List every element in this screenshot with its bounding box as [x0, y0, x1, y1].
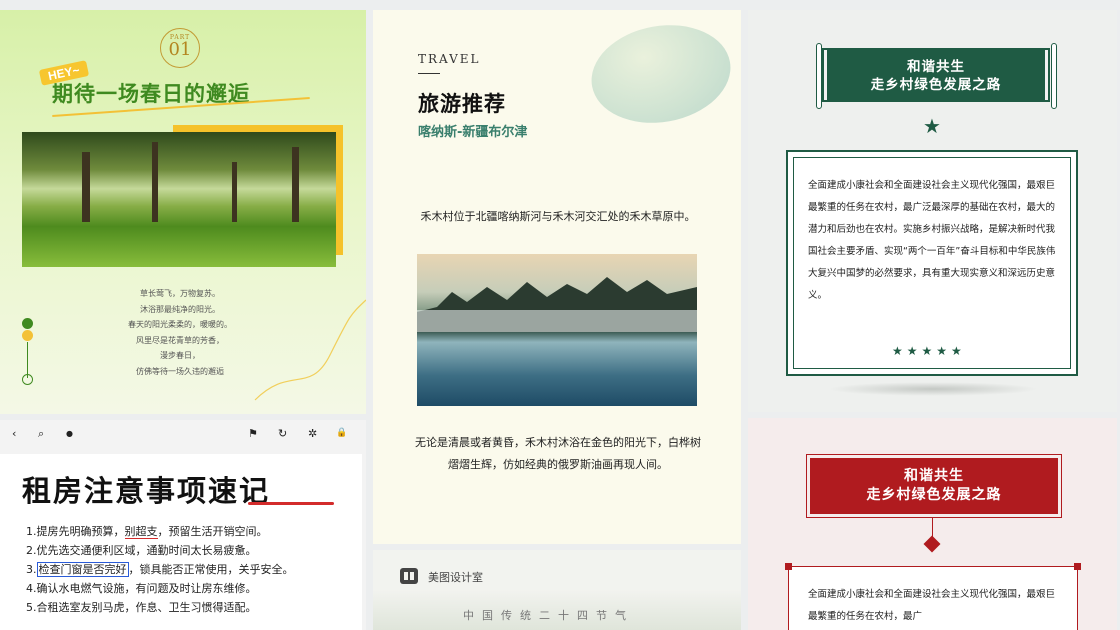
- banner-line: 走乡村绿色发展之路: [866, 487, 1002, 503]
- part-badge: PART 01: [160, 28, 200, 68]
- part-number: 01: [168, 39, 192, 60]
- editor-toolbar: ‹ ⌕ ● ⚑ ↻ ✲ 🔒: [0, 420, 366, 450]
- flag-icon[interactable]: ⚑: [248, 427, 258, 440]
- list-item: 4.确认水电燃气设施，有问题及时让房东维修。: [26, 582, 257, 595]
- tag-divider: [418, 73, 440, 74]
- list-item: 2.优先选交通便利区域，通勤时间太长易疲惫。: [26, 544, 257, 557]
- travel-subtitle: 喀纳斯-新疆布尔津: [418, 125, 528, 140]
- red-body-text: 全面建成小康社会和全面建设社会主义现代化强国，最艰巨最繁重的任务在农村，最广: [808, 589, 1056, 622]
- title-main: 租房注意事项: [22, 474, 209, 508]
- settings-icon[interactable]: ✲: [308, 427, 317, 440]
- banner-line: 走乡村绿色发展之路: [870, 77, 1002, 93]
- rental-list: 1.提房先明确预算，别超支，预留生活开销空间。 2.优先选交通便利区域，通勤时间…: [26, 522, 294, 617]
- lake-photo: [417, 254, 697, 406]
- progress-line: [27, 342, 28, 378]
- progress-dot-active: [22, 318, 33, 329]
- meitu-logo-icon: [400, 568, 418, 584]
- green-banner-text: 和谐共生 走乡村绿色发展之路: [824, 58, 1048, 94]
- scroll-left-roll: [816, 43, 822, 109]
- search-icon[interactable]: ⌕: [38, 427, 44, 441]
- lock-icon[interactable]: 🔒: [336, 428, 347, 438]
- banner-line: 和谐共生: [907, 59, 965, 75]
- decorative-blob: [583, 14, 739, 134]
- scroll-right-roll: [1051, 43, 1057, 109]
- brand-name: 美图设计室: [428, 571, 483, 584]
- green-body-text: 全面建成小康社会和全面建设社会主义现代化强国，最艰巨最繁重的任务在农村，最广泛最…: [808, 180, 1056, 301]
- travel-title: 旅游推荐: [418, 92, 506, 116]
- title-underline: [248, 502, 334, 505]
- solar-terms-title: 中国传统二十四节气: [463, 609, 634, 622]
- frame-shadow: [828, 382, 1038, 396]
- star-icon: ★: [923, 114, 941, 138]
- rental-notes-card[interactable]: ‹ ⌕ ● ⚑ ↻ ✲ 🔒 租房注意事项速记 1.提房先明确预算，别超支，预留生…: [0, 420, 366, 630]
- decorative-curve: [254, 299, 366, 401]
- back-icon[interactable]: ‹: [12, 427, 16, 440]
- progress-dot-empty: [22, 374, 33, 385]
- travel-description: 无论是清晨或者黄昏，禾木村沐浴在金色的阳光下，白桦树熠熠生辉，仿如经典的俄罗斯油…: [415, 436, 701, 471]
- red-banner-text: 和谐共生 走乡村绿色发展之路: [810, 467, 1058, 505]
- spring-template-card[interactable]: PART 01 HEY~ 期待一场春日的邂逅 草长莺飞，万物复苏。 沐浴那最纯净…: [0, 10, 366, 414]
- park-photo: [22, 132, 336, 267]
- green-rural-card[interactable]: 和谐共生 走乡村绿色发展之路 ★ 全面建成小康社会和全面建设社会主义现代化强国，…: [748, 10, 1117, 412]
- travel-tag: TRAVEL: [418, 52, 481, 66]
- bell-icon[interactable]: ●: [66, 429, 73, 438]
- list-item: 3. 检查门窗是否完好 ，锁具能否正常使用，关乎安全。: [26, 562, 294, 577]
- list-item: 1.提房先明确预算，别超支，预留生活开销空间。: [26, 525, 268, 539]
- list-item: 5.合租选室友别马虎，作息、卫生习惯得适配。: [26, 601, 257, 614]
- travel-template-card[interactable]: TRAVEL 旅游推荐 喀纳斯-新疆布尔津 禾木村位于北疆喀纳斯河与禾木河交汇处…: [373, 10, 741, 544]
- travel-intro: 禾木村位于北疆喀纳斯河与禾木河交汇处的禾木草原中。: [420, 210, 696, 223]
- progress-dot: [22, 330, 33, 341]
- refresh-icon[interactable]: ↻: [278, 427, 287, 440]
- diamond-icon: [923, 535, 941, 553]
- rating-stars-icon: ★★★★★: [892, 344, 966, 358]
- rental-title: 租房注意事项速记: [22, 468, 270, 510]
- solar-terms-card[interactable]: 美图设计室 中国传统二十四节气: [373, 550, 741, 630]
- red-rural-card[interactable]: 和谐共生 走乡村绿色发展之路 全面建成小康社会和全面建设社会主义现代化强国，最艰…: [748, 418, 1117, 630]
- banner-line: 和谐共生: [904, 468, 964, 484]
